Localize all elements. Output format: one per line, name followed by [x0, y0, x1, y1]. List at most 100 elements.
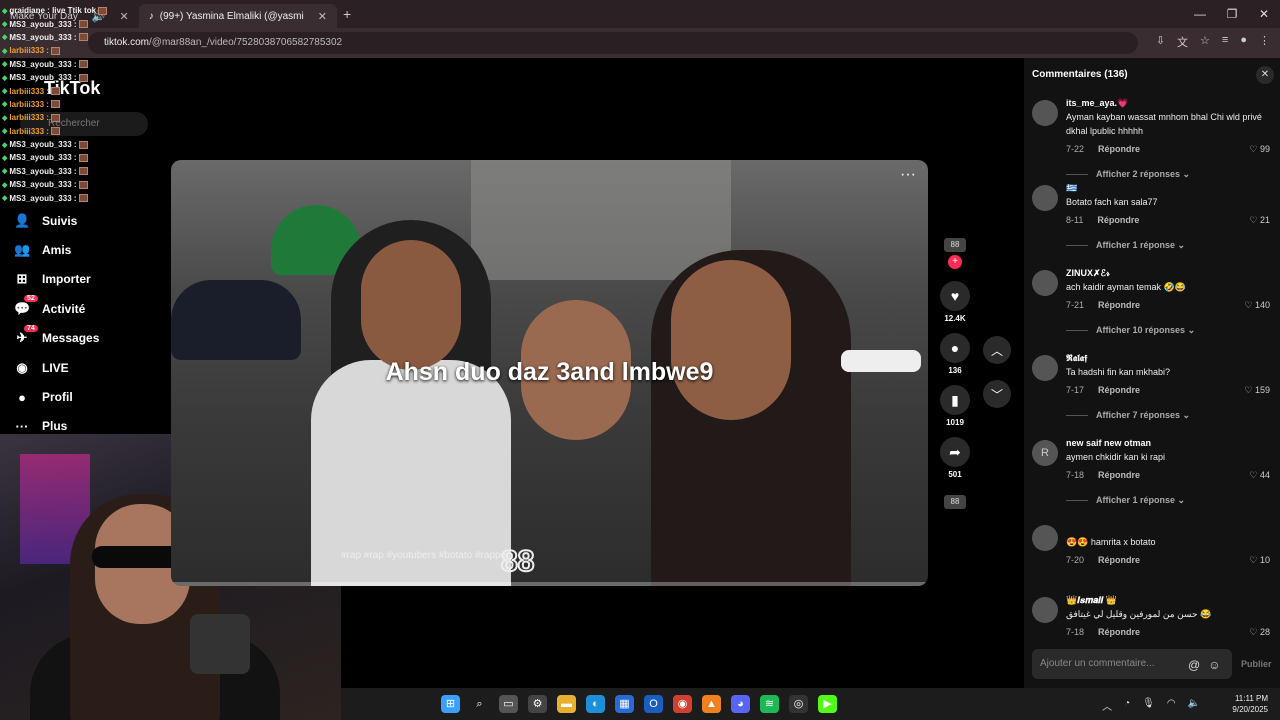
outlook-icon[interactable]: O — [644, 695, 663, 713]
save-button[interactable]: ▮ 1019 — [938, 385, 972, 427]
comment-like-count: 44 — [1259, 469, 1270, 480]
next-video-chevron-down-icon[interactable]: ﹀ — [983, 380, 1011, 408]
restore-button[interactable]: ❐ — [1216, 0, 1248, 28]
comment-avatar[interactable] — [1032, 270, 1058, 296]
install-app-icon[interactable]: ⇩ — [1156, 34, 1165, 50]
mention-icon[interactable]: @ — [1188, 658, 1200, 672]
comment-username[interactable]: 👑𝑰𝒔𝒎𝒂𝒊𝒍 👑 — [1066, 595, 1270, 607]
tray-chevron-up-icon[interactable]: ︿ — [1102, 698, 1112, 713]
browser-tab-active[interactable]: ♪ (99+) Yasmina Elmaliki (@yasmi ✕ — [138, 4, 337, 28]
translate-icon[interactable]: 文 — [1177, 34, 1188, 50]
comment-avatar[interactable] — [1032, 355, 1058, 381]
windows-start-icon[interactable]: ⊞ — [441, 695, 460, 713]
wifi-icon[interactable]: ◠ — [1167, 698, 1176, 713]
reply-button[interactable]: Répondre — [1098, 144, 1140, 154]
nav-item-messages[interactable]: ✈ 74 Messages — [14, 324, 170, 353]
comment-username[interactable]: 🇬🇷 — [1066, 183, 1270, 195]
reply-button[interactable]: Répondre — [1098, 385, 1140, 395]
nav-item-importer[interactable]: ⊞ Importer — [14, 265, 170, 294]
follow-plus-icon[interactable]: + — [948, 255, 962, 269]
kick-icon[interactable]: ▶ — [818, 695, 837, 713]
clock-date: 9/20/2025 — [1232, 705, 1268, 714]
show-replies-button[interactable]: Afficher 1 réponse ⌄ — [1066, 240, 1270, 251]
nav-item-profil[interactable]: ● Profil — [14, 382, 170, 411]
publish-button[interactable]: Publier — [1241, 659, 1272, 669]
video-background-wall — [471, 160, 731, 280]
taskbar-clock[interactable]: 11:11 PM 9/20/2025 — [1232, 693, 1268, 715]
comment-like-button[interactable]: ♡ 28 — [1249, 627, 1270, 638]
bookmark-star-icon[interactable]: ☆ — [1200, 34, 1210, 50]
search-icon[interactable]: ⌕ — [470, 695, 489, 713]
emoji-icon[interactable]: ☺ — [1208, 658, 1220, 672]
comment-like-button[interactable]: ♡ 159 — [1244, 385, 1270, 396]
comment-avatar[interactable] — [1032, 525, 1058, 551]
comment-username[interactable]: ﾠ — [1066, 523, 1270, 535]
minimize-button[interactable]: — — [1184, 0, 1216, 28]
task-view-icon[interactable]: ▭ — [499, 695, 518, 713]
comment-like-button[interactable]: ♡ 140 — [1244, 300, 1270, 311]
microphone-icon[interactable]: 🎙 — [1142, 698, 1155, 713]
spotify-icon[interactable]: ≋ — [760, 695, 779, 713]
comment-avatar[interactable]: R — [1032, 440, 1058, 466]
browser-menu-icon[interactable]: ⋮ — [1259, 34, 1270, 50]
reply-button[interactable]: Répondre — [1098, 470, 1140, 480]
reply-button[interactable]: Répondre — [1098, 627, 1140, 637]
file-explorer-icon[interactable]: ▬ — [557, 695, 576, 713]
video-player[interactable]: Ahsn duo daz 3and lmbwe9 ··· #rap #rap #… — [171, 160, 928, 586]
comment-username[interactable]: ZINUX✗ℰ𝓇 — [1066, 268, 1270, 280]
sound-avatar[interactable]: 88 — [938, 495, 972, 509]
show-replies-button[interactable]: Afficher 2 réponses ⌄ — [1066, 169, 1270, 180]
discord-icon[interactable]: ◕ — [731, 695, 750, 713]
previous-video-chevron-up-icon[interactable]: ︿ — [983, 336, 1011, 364]
comment-username[interactable]: its_me_aya.💗 — [1066, 98, 1270, 110]
reply-button[interactable]: Répondre — [1097, 215, 1139, 225]
settings-icon[interactable]: ⚙ — [528, 695, 547, 713]
close-tab-icon[interactable]: ✕ — [318, 10, 327, 23]
close-tab-icon[interactable]: ✕ — [120, 10, 129, 23]
chat-message: ◆ MS3_ayoub_333 : — [2, 138, 112, 151]
video-progress-bar[interactable] — [171, 582, 928, 586]
creator-avatar[interactable]: 88 + — [938, 238, 972, 269]
profile-avatar-icon[interactable]: ● — [1240, 34, 1247, 50]
comment-username[interactable]: 𝕽𝖆𝖑𝖆𝖋 — [1066, 353, 1270, 365]
tab-label: (99+) Yasmina Elmaliki (@yasmi — [159, 10, 304, 22]
chrome-icon[interactable]: ◉ — [673, 695, 692, 713]
system-tray: ︿ ◔ 🎙 ◠ 🔈 — [1102, 698, 1200, 713]
new-tab-button[interactable]: + — [343, 6, 351, 22]
like-button[interactable]: ♥ 12.4K — [938, 281, 972, 323]
comment-username[interactable]: new saif new otman — [1066, 438, 1270, 450]
nav-item-amis[interactable]: 👥 Amis — [14, 235, 170, 264]
show-replies-button[interactable]: Afficher 7 réponses ⌄ — [1066, 410, 1270, 421]
chat-emote-icon — [78, 153, 88, 162]
tray-app-icon[interactable]: ◔ — [1124, 698, 1130, 713]
url-field[interactable]: tiktok.com/@mar88an_/video/7528038706582… — [88, 32, 1138, 54]
media-controls-icon[interactable]: ≡ — [1222, 34, 1228, 50]
close-window-button[interactable]: ✕ — [1248, 0, 1280, 28]
store-icon[interactable]: ▦ — [615, 695, 634, 713]
comment-button[interactable]: ● 136 — [938, 333, 972, 375]
comment-like-button[interactable]: ♡ 21 — [1249, 215, 1270, 226]
volume-icon[interactable]: 🔈 — [1188, 698, 1200, 713]
vlc-icon[interactable]: ▲ — [702, 695, 721, 713]
show-replies-label: Afficher 10 réponses — [1096, 325, 1186, 335]
comment-like-button[interactable]: ♡ 44 — [1249, 470, 1270, 481]
reply-button[interactable]: Répondre — [1098, 555, 1140, 565]
video-hashtags[interactable]: #rap #rap #youtubers #botato #rapper — [341, 550, 509, 561]
show-replies-button[interactable]: Afficher 10 réponses ⌄ — [1066, 325, 1270, 336]
share-button[interactable]: ➦ 501 — [938, 437, 972, 479]
comment-like-button[interactable]: ♡ 99 — [1249, 144, 1270, 155]
comment-avatar[interactable] — [1032, 597, 1058, 623]
comment-like-button[interactable]: ♡ 10 — [1249, 555, 1270, 566]
video-more-options-icon[interactable]: ··· — [900, 166, 916, 184]
edge-icon[interactable]: ◐ — [586, 695, 605, 713]
nav-item-live[interactable]: ◉ LIVE — [14, 353, 170, 382]
comment-avatar[interactable] — [1032, 185, 1058, 211]
nav-item-activite[interactable]: 💬 52 Activité — [14, 294, 170, 323]
nav-item-suivis[interactable]: 👤 Suivis — [14, 206, 170, 235]
comment-avatar[interactable] — [1032, 100, 1058, 126]
obs-icon[interactable]: ◎ — [789, 695, 808, 713]
reply-button[interactable]: Répondre — [1098, 300, 1140, 310]
show-replies-button[interactable]: Afficher 1 réponse ⌄ — [1066, 495, 1270, 506]
close-comments-icon[interactable]: ✕ — [1256, 66, 1274, 84]
comment-meta: 7-20 Répondre ♡ 10 — [1066, 554, 1270, 566]
